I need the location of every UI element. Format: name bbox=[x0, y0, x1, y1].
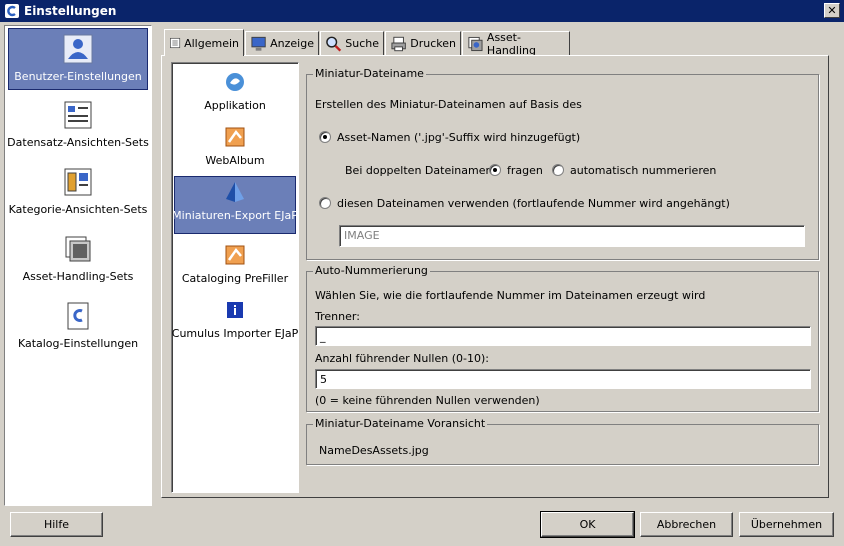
monitor-icon bbox=[251, 36, 266, 51]
radio-custom-name-label[interactable]: diesen Dateinamen verwenden (fortlaufend… bbox=[337, 197, 730, 210]
tab-search[interactable]: Suche bbox=[320, 31, 384, 55]
plugin-item-application[interactable]: Applikation bbox=[174, 67, 296, 125]
close-button[interactable]: ✕ bbox=[824, 3, 840, 18]
printer-icon bbox=[391, 36, 406, 51]
sidebar-item-catalog-settings[interactable]: Katalog-Einstellungen bbox=[8, 296, 148, 358]
asset-handling-icon bbox=[468, 36, 483, 51]
sidebar-item-label: Asset-Handling-Sets bbox=[22, 270, 134, 283]
sidebar-item-label: Katalog-Einstellungen bbox=[17, 337, 139, 350]
group-legend: Miniatur-Dateiname Voransicht bbox=[313, 417, 488, 430]
plugin-item-label: Cumulus Importer EJaP bbox=[171, 327, 299, 340]
catalog-settings-icon bbox=[67, 302, 89, 330]
record-view-icon bbox=[64, 101, 92, 129]
tab-print[interactable]: Drucken bbox=[385, 31, 461, 55]
separator-label: Trenner: bbox=[315, 310, 360, 323]
duplicate-names-label: Bei doppelten Dateinamen: bbox=[345, 164, 497, 177]
tab-asset-handling[interactable]: Asset-Handling bbox=[462, 30, 570, 57]
tab-label: Asset-Handling bbox=[486, 30, 536, 57]
plugin-list: Applikation WebAlbum Miniaturen-Export E… bbox=[171, 62, 299, 493]
leading-zeros-label: Anzahl führender Nullen (0-10): bbox=[315, 352, 489, 365]
sidebar-item-label: Benutzer-Einstellungen bbox=[14, 70, 142, 83]
filename-preview-group: Miniatur-Dateiname Voransicht NameDesAss… bbox=[306, 417, 819, 465]
magnifier-icon bbox=[326, 36, 342, 52]
radio-auto-number-label[interactable]: automatisch nummerieren bbox=[570, 164, 716, 177]
cancel-button[interactable]: Abbrechen bbox=[640, 512, 733, 537]
radio-custom-name[interactable] bbox=[319, 197, 331, 209]
plugin-item-cumulus-importer[interactable]: Cumulus Importer EJaP bbox=[171, 295, 299, 353]
sidebar-item-label: Kategorie-Ansichten-Sets bbox=[8, 203, 148, 216]
application-icon bbox=[226, 73, 244, 91]
plugin-item-thumbnail-export[interactable]: Miniaturen-Export EJaP bbox=[172, 176, 298, 234]
plugin-item-label: WebAlbum bbox=[205, 154, 265, 167]
sidebar-item-record-view-sets[interactable]: Datensatz-Ansichten-Sets bbox=[7, 95, 149, 157]
title-bar: Einstellungen ✕ bbox=[0, 0, 844, 22]
plugin-item-label: Miniaturen-Export EJaP bbox=[172, 209, 298, 222]
sidebar-item-label: Datensatz-Ansichten-Sets bbox=[7, 136, 149, 149]
plugin-item-label: Cataloging PreFiller bbox=[181, 272, 289, 285]
plugin-item-label: Applikation bbox=[204, 99, 266, 112]
apply-button[interactable]: Übernehmen bbox=[739, 512, 834, 537]
custom-filename-input[interactable]: IMAGE bbox=[339, 225, 805, 247]
tab-label: Drucken bbox=[410, 37, 456, 50]
webalbum-icon bbox=[225, 127, 245, 147]
settings-sidebar: Benutzer-Einstellungen Datensatz-Ansicht… bbox=[4, 25, 152, 506]
radio-ask-label[interactable]: fragen bbox=[507, 164, 543, 177]
asset-handling-icon bbox=[65, 236, 91, 262]
general-icon bbox=[170, 37, 181, 49]
group-legend: Auto-Nummerierung bbox=[313, 264, 430, 277]
help-button[interactable]: Hilfe bbox=[10, 512, 103, 537]
cumulus-app-icon bbox=[5, 4, 19, 18]
category-view-icon bbox=[64, 168, 92, 196]
plugin-item-cataloging-prefiller[interactable]: Cataloging PreFiller bbox=[174, 240, 296, 298]
prefiller-icon bbox=[225, 245, 245, 265]
tab-label: Suche bbox=[345, 37, 379, 50]
thumbnail-filename-group: Miniatur-Dateiname Erstellen des Miniatu… bbox=[306, 67, 819, 260]
sidebar-item-category-view-sets[interactable]: Kategorie-Ansichten-Sets bbox=[8, 162, 148, 224]
window-title: Einstellungen bbox=[24, 4, 117, 18]
sidebar-item-user-settings[interactable]: Benutzer-Einstellungen bbox=[8, 28, 148, 90]
separator-input[interactable]: _ bbox=[315, 326, 811, 346]
plugin-item-webalbum[interactable]: WebAlbum bbox=[174, 122, 296, 180]
close-icon: ✕ bbox=[827, 4, 837, 17]
tab-general[interactable]: Allgemein bbox=[164, 29, 244, 56]
radio-asset-name[interactable] bbox=[319, 131, 331, 143]
radio-ask[interactable] bbox=[489, 164, 501, 176]
ok-button[interactable]: OK bbox=[540, 511, 635, 538]
sidebar-item-asset-handling-sets[interactable]: Asset-Handling-Sets bbox=[8, 229, 148, 291]
filename-preview-value: NameDesAssets.jpg bbox=[319, 444, 429, 457]
user-settings-icon bbox=[63, 34, 93, 64]
leading-zeros-hint: (0 = keine führenden Nullen verwenden) bbox=[315, 394, 540, 407]
tab-label: Anzeige bbox=[270, 37, 314, 50]
group-legend: Miniatur-Dateiname bbox=[313, 67, 426, 80]
info-icon bbox=[227, 302, 243, 318]
auto-numbering-intro: Wählen Sie, wie die fortlaufende Nummer … bbox=[315, 289, 706, 302]
filename-basis-intro: Erstellen des Miniatur-Dateinamen auf Ba… bbox=[315, 98, 582, 111]
auto-numbering-group: Auto-Nummerierung Wählen Sie, wie die fo… bbox=[306, 264, 819, 412]
pyramid-icon bbox=[226, 182, 244, 202]
tab-display[interactable]: Anzeige bbox=[245, 31, 319, 55]
radio-asset-name-label[interactable]: Asset-Namen ('.jpg'-Suffix wird hinzugef… bbox=[337, 131, 580, 144]
leading-zeros-input[interactable]: 5 bbox=[315, 369, 811, 389]
radio-auto-number[interactable] bbox=[552, 164, 564, 176]
tab-label: Allgemein bbox=[184, 36, 239, 50]
